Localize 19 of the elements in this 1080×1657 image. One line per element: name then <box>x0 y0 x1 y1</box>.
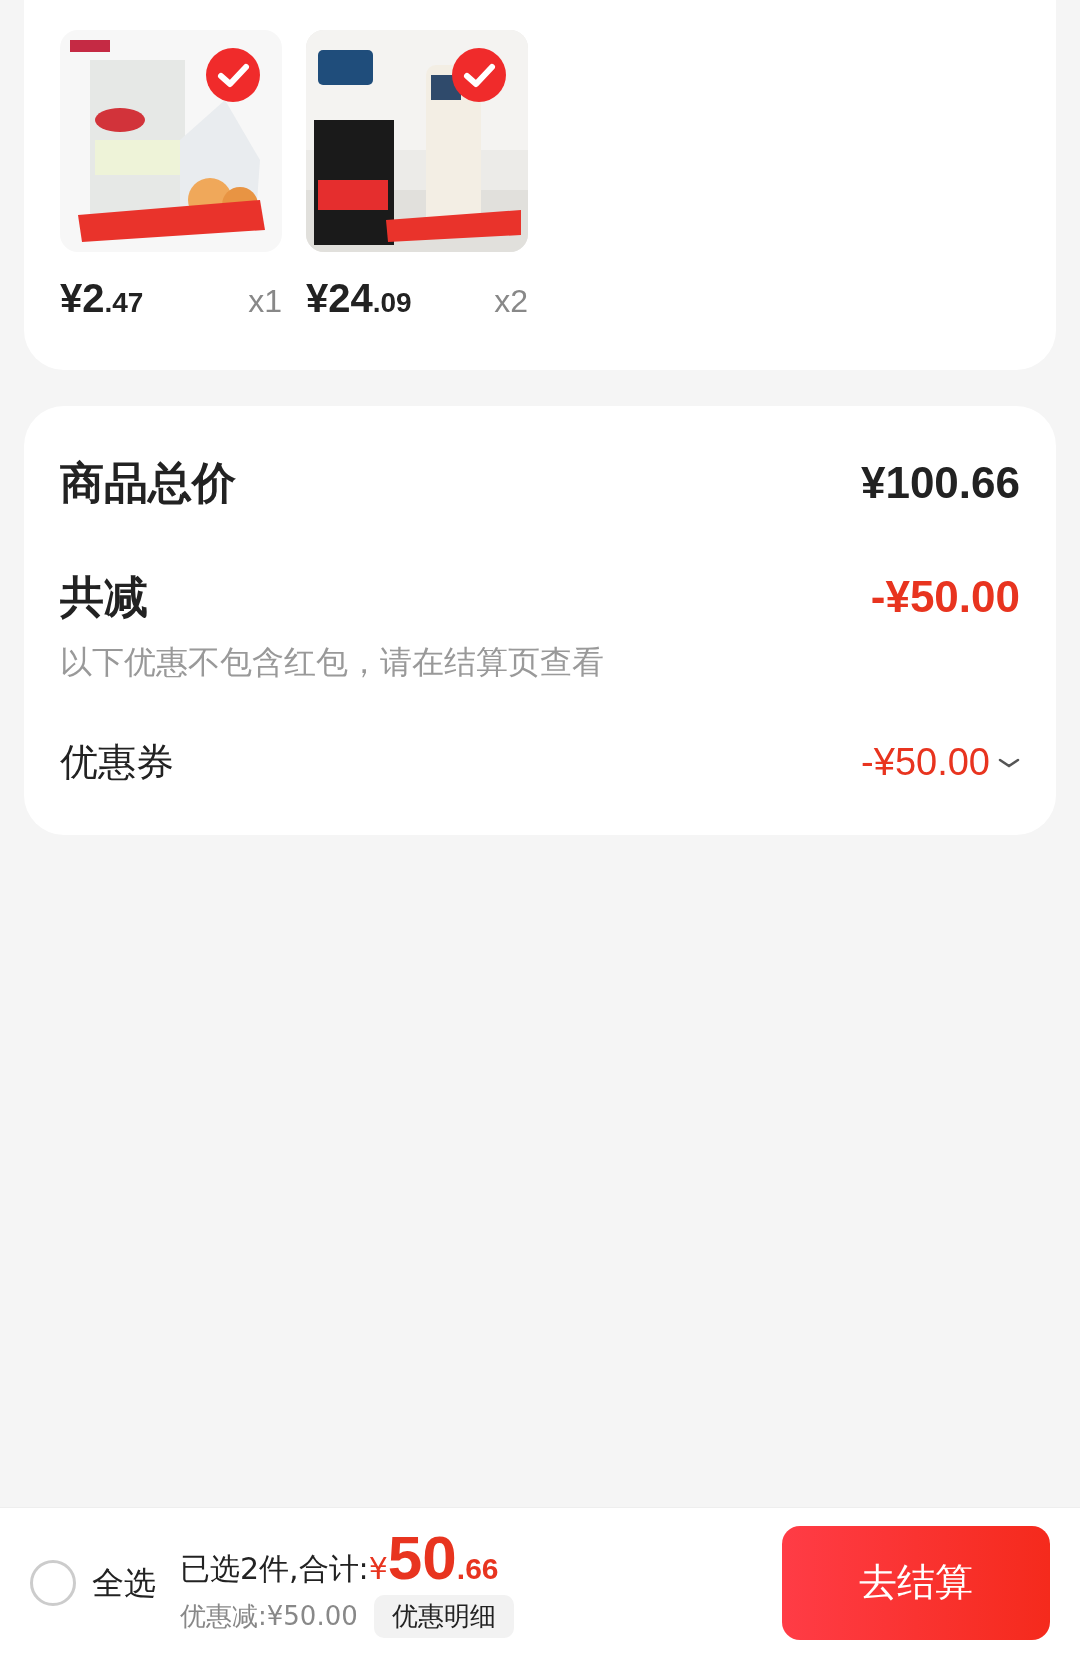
selected-summary: 已选2件,合计: <box>180 1550 369 1588</box>
chevron-icon[interactable] <box>998 756 1020 769</box>
summary-label: 共减 <box>60 570 148 624</box>
radio-button[interactable] <box>30 1559 76 1606</box>
select-all-label[interactable]: 全选 <box>92 1558 156 1607</box>
detail-button[interactable]: 优惠明细 <box>373 1595 514 1638</box>
discount-value: -¥50.00 <box>870 571 1020 623</box>
price: ¥24.09 <box>306 275 412 322</box>
total-price: ¥50.66 <box>368 1527 499 1591</box>
quantity: x2 <box>494 282 528 321</box>
checkout-button[interactable]: 去结算 <box>782 1525 1050 1640</box>
price: ¥2.47 <box>60 275 144 322</box>
summary-value: ¥100.66 <box>860 457 1020 509</box>
quantity: x1 <box>248 282 282 321</box>
discount-note: 以下优惠不包含红包，请在结算页查看 <box>60 642 605 683</box>
discount-text: 优惠减:¥50.00 <box>180 1600 358 1633</box>
summary-label: 商品总价 <box>60 456 236 510</box>
coupon-value[interactable]: -¥50.00 <box>861 734 990 791</box>
coupon-label: 优惠券 <box>60 739 174 786</box>
